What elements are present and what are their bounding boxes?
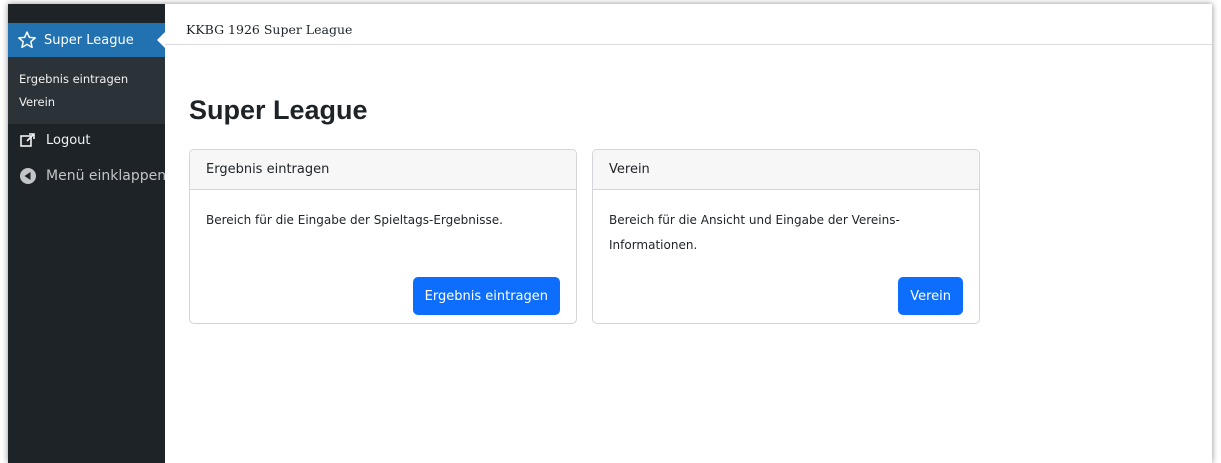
- submenu-item-ergebnis-eintragen[interactable]: Ergebnis eintragen: [8, 68, 165, 91]
- external-link-icon: [19, 131, 37, 149]
- card-text: Bereich für die Eingabe der Spieltags-Er…: [206, 213, 503, 227]
- sidebar-collapse-button[interactable]: Menü einklappen: [8, 161, 167, 191]
- active-menu-arrow: [157, 32, 165, 48]
- card-ergebnis-eintragen: Ergebnis eintragen Bereich für die Einga…: [189, 149, 577, 324]
- card-header: Verein: [593, 150, 979, 190]
- sidebar-item-logout[interactable]: Logout: [8, 125, 165, 155]
- card-text: Bereich für die Ansicht und Eingabe der …: [609, 213, 900, 252]
- sidebar-item-label: Menü einklappen: [46, 168, 167, 184]
- sidebar-item-super-league[interactable]: Super League: [8, 23, 165, 57]
- sidebar-submenu: Ergebnis eintragen Verein: [8, 57, 165, 124]
- sidebar-item-label: Super League: [44, 32, 134, 48]
- ergebnis-eintragen-button[interactable]: Ergebnis eintragen: [412, 277, 560, 315]
- site-title[interactable]: KKBG 1926 Super League: [186, 22, 352, 37]
- star-icon: [17, 30, 37, 50]
- admin-sidebar: Super League Ergebnis eintragen Verein L…: [8, 4, 167, 463]
- page-title: Super League: [189, 95, 368, 125]
- card-body: Bereich für die Eingabe der Spieltags-Er…: [190, 190, 576, 233]
- collapse-arrow-icon: [19, 167, 37, 185]
- submenu-item-verein[interactable]: Verein: [8, 91, 165, 114]
- top-bar: KKBG 1926 Super League: [165, 4, 1212, 45]
- card-verein: Verein Bereich für die Ansicht und Einga…: [592, 149, 980, 324]
- sidebar-item-label: Logout: [46, 132, 91, 148]
- verein-button[interactable]: Verein: [898, 277, 963, 315]
- card-header: Ergebnis eintragen: [190, 150, 576, 190]
- card-body: Bereich für die Ansicht und Eingabe der …: [593, 190, 979, 258]
